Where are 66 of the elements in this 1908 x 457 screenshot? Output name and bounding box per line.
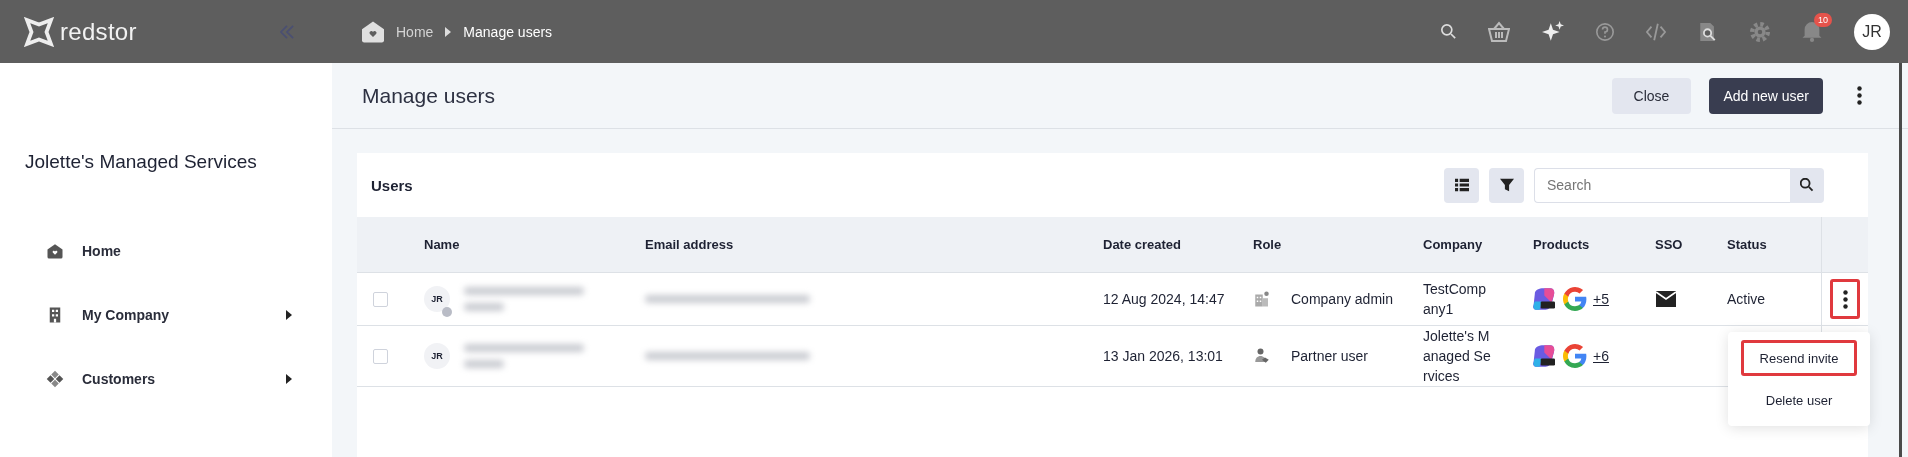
more-products-link[interactable]: +6 bbox=[1593, 348, 1609, 364]
user-handshake-icon bbox=[1253, 347, 1271, 365]
puzzle-icon bbox=[46, 370, 64, 388]
more-icon bbox=[1857, 86, 1862, 105]
add-button[interactable]: Add new user bbox=[1709, 77, 1823, 114]
search-button[interactable] bbox=[1790, 167, 1824, 203]
row-actions-button[interactable] bbox=[1830, 279, 1860, 319]
logo-text: redstor bbox=[60, 17, 137, 46]
settings-icon bbox=[1750, 21, 1770, 42]
home-icon bbox=[362, 20, 384, 43]
help-icon bbox=[1596, 22, 1614, 41]
user-avatar: JR bbox=[424, 343, 450, 369]
table-cell: 12 Aug 2024, 14:47 bbox=[1103, 291, 1225, 307]
caret-right-icon bbox=[445, 26, 452, 37]
row-checkbox[interactable] bbox=[373, 348, 388, 364]
column-header[interactable]: Products bbox=[1533, 237, 1590, 252]
more-products-link[interactable]: +5 bbox=[1593, 291, 1609, 307]
nav-item[interactable]: Home bbox=[82, 243, 292, 259]
document-search-icon bbox=[1698, 21, 1718, 42]
search-icon bbox=[1800, 178, 1814, 192]
code-icon bbox=[1646, 21, 1666, 42]
table-cell-text: TestCompany1 bbox=[1423, 280, 1488, 319]
card-title: Users bbox=[371, 176, 414, 194]
filter-icon bbox=[1499, 178, 1514, 192]
google-icon bbox=[1563, 287, 1587, 311]
column-header[interactable]: Status bbox=[1727, 237, 1767, 252]
bell-icon bbox=[1802, 21, 1822, 42]
list-view-button[interactable] bbox=[1444, 167, 1479, 203]
logo-icon bbox=[24, 16, 54, 47]
column-header[interactable]: Company bbox=[1423, 237, 1483, 252]
basket-icon bbox=[1488, 20, 1510, 43]
mail-icon bbox=[1655, 291, 1677, 307]
building-gear-icon bbox=[1253, 290, 1271, 308]
column-header[interactable]: Role bbox=[1253, 237, 1282, 252]
table-cell: Partner user bbox=[1291, 348, 1369, 364]
column-header[interactable]: Email address bbox=[645, 237, 734, 252]
close-button[interactable]: Close bbox=[1611, 77, 1692, 114]
table-cell-text: Jolette's Managed Services bbox=[1423, 327, 1492, 386]
list-icon bbox=[1454, 178, 1469, 192]
page-title: Manage users bbox=[362, 83, 497, 108]
search-field[interactable]: Search bbox=[1534, 167, 1790, 203]
search-icon bbox=[1441, 24, 1456, 39]
nav-item[interactable]: Customers bbox=[82, 371, 286, 387]
table-cell: Company admin bbox=[1291, 291, 1393, 307]
sparkle-icon bbox=[1542, 20, 1564, 43]
nav-item[interactable]: My Company bbox=[82, 307, 286, 323]
company-name: Jolette's Managed Services bbox=[24, 150, 258, 173]
google-icon bbox=[1563, 344, 1587, 368]
table-cell: Active bbox=[1727, 291, 1766, 307]
scrollbar[interactable] bbox=[1899, 63, 1902, 457]
home-icon bbox=[46, 242, 64, 260]
notification-badge: 10 bbox=[1814, 12, 1832, 27]
app-logo-icon bbox=[1533, 288, 1555, 310]
user-avatar[interactable]: JR bbox=[1854, 13, 1890, 50]
menu-item[interactable]: Resend invite bbox=[1741, 340, 1857, 376]
menu-item[interactable]: Delete user bbox=[1741, 382, 1857, 418]
column-header[interactable]: Date created bbox=[1103, 237, 1182, 252]
row-checkbox[interactable] bbox=[373, 291, 388, 307]
breadcrumb-link[interactable]: Manage users bbox=[463, 23, 553, 40]
filter-button[interactable] bbox=[1489, 167, 1524, 203]
table-cell: 13 Jan 2026, 13:01 bbox=[1103, 348, 1223, 364]
breadcrumb-link[interactable]: Home bbox=[396, 23, 434, 40]
app-logo-icon bbox=[1533, 345, 1555, 367]
column-header[interactable]: Name bbox=[424, 237, 460, 252]
column-header[interactable]: SSO bbox=[1655, 237, 1683, 252]
more-icon bbox=[1842, 289, 1848, 309]
